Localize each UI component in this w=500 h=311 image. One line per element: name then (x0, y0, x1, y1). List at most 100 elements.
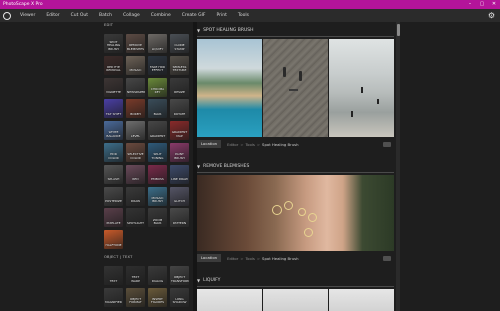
minimize-button[interactable]: – (464, 0, 476, 9)
chevron-down-icon[interactable]: ▼ (197, 164, 200, 169)
tool-tile-zoom-blur[interactable]: ZOOM BLUR (148, 208, 167, 228)
tool-tile-object-transform[interactable]: OBJECT TRANSFORM (170, 266, 189, 285)
tool-tile-label: EMBOSS (151, 177, 164, 182)
tool-tile-text[interactable]: TEXT (104, 266, 123, 285)
menu-item-tools[interactable]: Tools (233, 9, 255, 22)
tool-tile-halftone[interactable]: HALFTONE (104, 230, 123, 250)
tool-tile-draw[interactable]: DRAW (126, 186, 145, 206)
tool-tile-label: BLUR (153, 111, 162, 116)
menu-item-cut-out[interactable]: Cut Out (66, 9, 94, 22)
tool-tile-mosaic[interactable]: MOSAIC (126, 55, 145, 75)
tool-tile-label: GRADIENT MAP (171, 130, 188, 138)
breadcrumb-item[interactable]: Editor (227, 142, 238, 147)
breadcrumb-item[interactable]: Editor (227, 256, 238, 261)
object-text-tools-grid: TEXT TEXT WARP DIALOG OBJECT TRANSFORM MAGNI… (104, 266, 189, 307)
example-image-portrait (197, 175, 394, 251)
main-scrollbar[interactable] (396, 22, 400, 311)
tool-tile-long-shadow[interactable]: LONG SHADOW (170, 287, 189, 307)
tool-tile-tilt-shift[interactable]: TILT SHIFT (104, 99, 123, 119)
tool-tile-label: NEWSPAPER (127, 90, 145, 95)
tool-tile-label: CHROMA KEY (150, 86, 165, 95)
breadcrumb-item[interactable]: Tools (246, 256, 255, 261)
tool-tile-label: SELECTIVE COLOR (127, 152, 144, 160)
menu-item-batch[interactable]: Batch (94, 9, 118, 22)
menu-item-create-gif[interactable]: Create GIF (177, 9, 212, 22)
tool-tile-pixelate[interactable]: PIXELATE (104, 208, 123, 228)
tool-tile-red-eye-removal[interactable]: RED EYE REMOVAL (104, 55, 123, 75)
tool-tile-gradient-map[interactable]: GRADIENT MAP (170, 121, 189, 141)
tool-tile-label: FAKE HDR EFFECT (150, 64, 165, 73)
tool-tile-red[interactable]: RED (126, 164, 145, 184)
maximize-button[interactable]: ▢ (476, 0, 488, 9)
breadcrumb-separator: > (256, 141, 261, 147)
tool-tile-label: MAGNIFIER (105, 300, 122, 305)
tool-tile-object-format[interactable]: OBJECT FORMAT (126, 287, 145, 307)
tool-tile-vignette[interactable]: VIGNETTE (104, 77, 123, 97)
tool-tile-label: SPLASH (107, 177, 120, 182)
tool-tile-dialog[interactable]: DIALOG (148, 266, 167, 285)
scroll-thumb[interactable] (396, 24, 400, 36)
tool-tile-glitch[interactable]: GLITCH (170, 186, 189, 206)
edit-tools-grid: SPOT HEALING BRUSH REMOVE BLEMISHES LIQUIF… (104, 34, 189, 250)
tool-tile-label: POSTERIZE (105, 199, 122, 204)
tool-tile-rotate[interactable]: ROTATE (170, 99, 189, 119)
tool-tile-remove-blemishes[interactable]: REMOVE BLEMISHES (126, 34, 145, 53)
tool-tile-mosaic-brush[interactable]: MOSAIC BRUSH (148, 186, 167, 206)
tool-tile-blur[interactable]: BLUR (148, 99, 167, 119)
menu-item-collage[interactable]: Collage (118, 9, 146, 22)
tool-tile-semless-texture[interactable]: SEMLESS TEXTURE (170, 55, 189, 75)
location-bar: Location Editor > Tools > Spot Healing B… (197, 254, 394, 262)
breadcrumb-item[interactable]: Tools (246, 142, 255, 147)
menu-bar: Viewer Editor Cut Out Batch Collage Combine Cr… (0, 9, 500, 22)
tool-tile-label: DIALOG (151, 278, 164, 283)
chevron-down-icon[interactable]: ▼ (197, 28, 200, 33)
menu-item-combine[interactable]: Combine (146, 9, 177, 22)
tool-tile-emboss[interactable]: EMBOSS (148, 164, 167, 184)
breadcrumb-separator: > (256, 255, 261, 261)
tool-tile-label: HALFTONE (105, 242, 122, 247)
compare-icon[interactable] (383, 255, 391, 261)
tool-tile-spot-healing-brush[interactable]: SPOT HEALING BRUSH (104, 34, 123, 53)
menu-item-viewer[interactable]: Viewer (15, 9, 41, 22)
section-label-edit: EDIT (104, 23, 114, 27)
tool-tile-label: TILT SHIFT (105, 111, 122, 116)
tool-tile-line-draw[interactable]: LINE DRAW (170, 164, 189, 184)
tool-tile-chroma-key[interactable]: CHROMA KEY (148, 77, 167, 97)
tool-tile-level[interactable]: LEVEL (126, 121, 145, 141)
app-logo-icon[interactable] (3, 11, 11, 20)
location-button[interactable]: Location (197, 254, 222, 262)
tool-tile-spotlight[interactable]: SPOTLIGHT (126, 208, 145, 228)
tool-tile-label: DRAW (130, 199, 141, 204)
tool-tile-hdr-color[interactable]: HDR COLOR (104, 142, 123, 162)
close-button[interactable]: ✕ (488, 0, 500, 9)
tool-tile-gradient[interactable]: GRADIENT (148, 121, 167, 141)
location-button[interactable]: Location (197, 140, 222, 148)
tool-tile-bokeh[interactable]: BOKEH (126, 99, 145, 119)
tool-tile-label: MOSAIC (129, 68, 142, 73)
chevron-down-icon[interactable]: ▼ (197, 278, 200, 283)
tool-tile-insert-figures[interactable]: INSERT FIGURES (148, 287, 167, 307)
tool-tile-liquify[interactable]: LIQUIFY (148, 34, 167, 53)
tool-tile-resize[interactable]: RESIZE (170, 77, 189, 97)
menu-item-print[interactable]: Print (212, 9, 233, 22)
tool-tile-newspaper[interactable]: NEWSPAPER (126, 77, 145, 97)
tool-tile-label: RED (132, 177, 139, 182)
tool-tile-label: MOSAIC BRUSH (151, 195, 164, 204)
compare-icon[interactable] (383, 141, 391, 147)
tool-tile-posterize[interactable]: POSTERIZE (104, 186, 123, 206)
tool-tile-magnifier[interactable]: MAGNIFIER (104, 287, 123, 307)
tool-tile-paint-brush[interactable]: PAINT BRUSH (170, 142, 189, 162)
tool-tile-white-balance[interactable]: WHITE BALANCE (104, 121, 123, 141)
tool-tile-splash[interactable]: SPLASH (104, 164, 123, 184)
tools-sidebar: EDIT SPOT HEALING BRUSH REMOVE BLEMISHES L… (100, 22, 193, 311)
block-title-text: LIQUIFY (203, 278, 221, 283)
tool-tile-pattern[interactable]: PATTERN (170, 208, 189, 228)
tool-tile-label: PAINT BRUSH (174, 152, 185, 160)
tool-tile-selective-color[interactable]: SELECTIVE COLOR (126, 142, 145, 162)
tool-tile-split-toning[interactable]: SPLIT TONING (148, 142, 167, 162)
menu-item-editor[interactable]: Editor (41, 9, 65, 22)
tool-tile-clone-stamp[interactable]: CLONE STAMP (170, 34, 189, 53)
tool-tile-text-warp[interactable]: TEXT WARP (126, 266, 145, 285)
gear-icon[interactable]: ⚙ (487, 11, 496, 20)
tool-tile-fake-hdr-effect[interactable]: FAKE HDR EFFECT (148, 55, 167, 75)
